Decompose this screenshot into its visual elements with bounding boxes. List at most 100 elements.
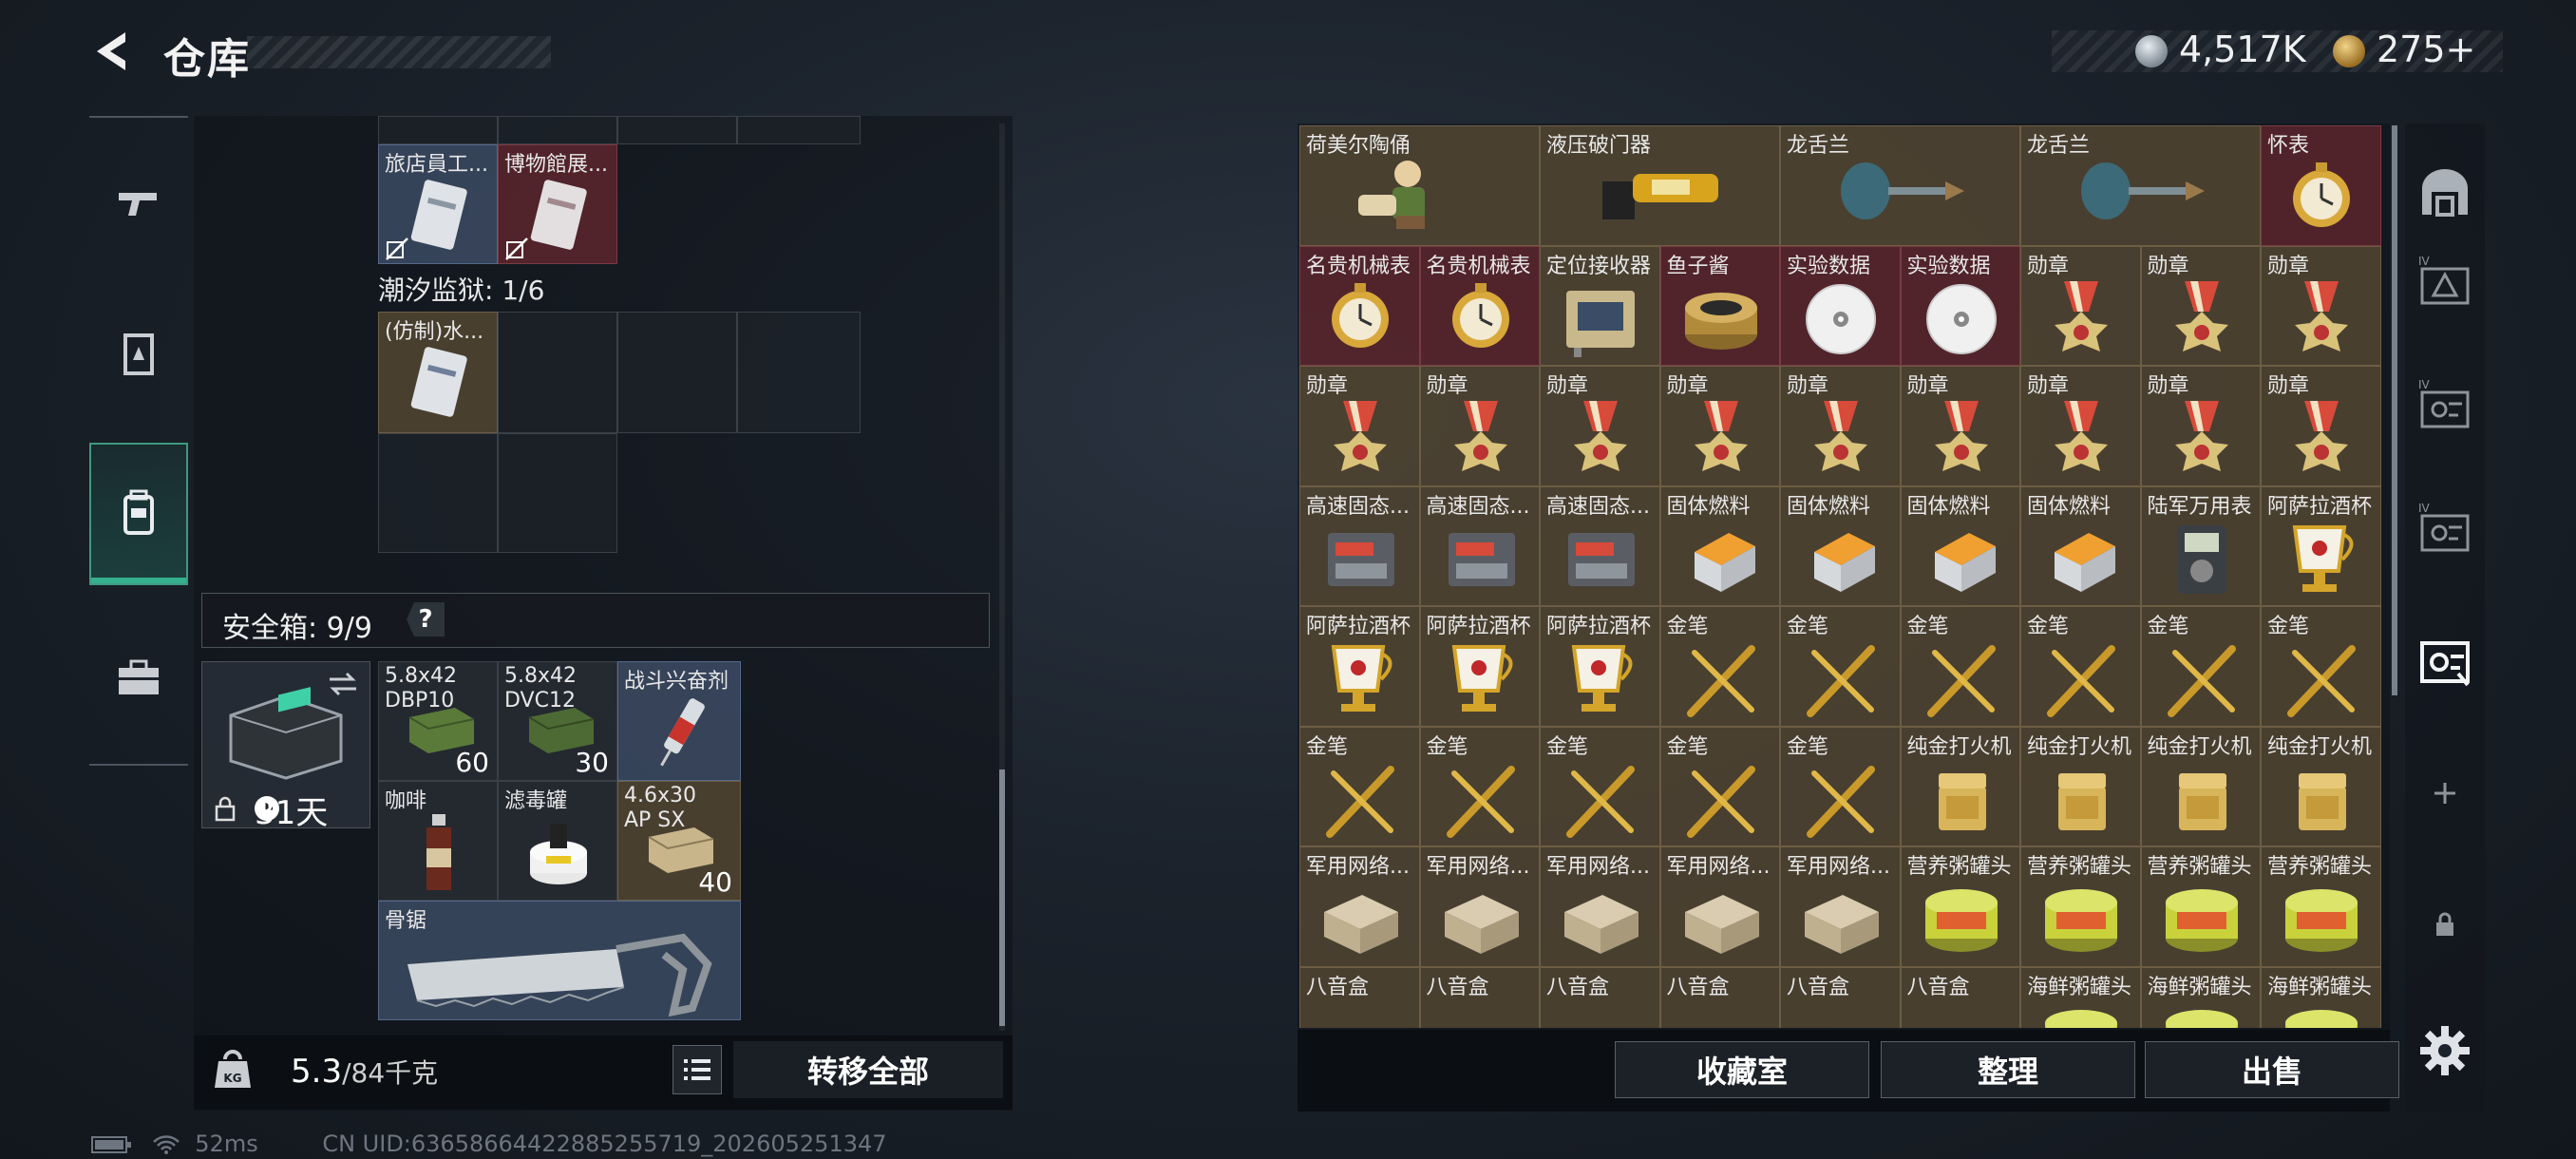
stash-item[interactable]: 军用网络... bbox=[1540, 846, 1660, 967]
safebox-item[interactable]: 5.8x42 DVC12 30 bbox=[498, 661, 617, 781]
stash-item[interactable]: 军用网络... bbox=[1780, 846, 1901, 967]
swap-icon[interactable] bbox=[326, 670, 360, 698]
stash-item[interactable]: 龙舌兰 bbox=[1780, 125, 2020, 246]
stash-item[interactable]: 八音盒 bbox=[1419, 966, 1540, 1028]
stash-item[interactable]: 纯金打火机 bbox=[2140, 726, 2261, 846]
grid-cell[interactable] bbox=[498, 312, 617, 433]
stash-item[interactable]: 名贵机械表 bbox=[1299, 245, 1420, 366]
grid-cell[interactable] bbox=[498, 116, 617, 144]
safebox-item[interactable]: 咖啡 bbox=[378, 781, 498, 901]
stash-item[interactable]: 固体燃料 bbox=[1780, 485, 1901, 606]
stash-item[interactable]: 陆军万用表 bbox=[2140, 485, 2261, 606]
stash-item[interactable]: 实验数据 bbox=[1900, 245, 2020, 366]
nav-weapons[interactable] bbox=[89, 133, 188, 276]
list-view-button[interactable] bbox=[672, 1045, 722, 1094]
nav-armor[interactable] bbox=[89, 285, 188, 428]
stash-item[interactable]: 金笔 bbox=[2261, 606, 2381, 727]
stash-item[interactable]: 金笔 bbox=[1659, 606, 1780, 727]
nav-toolbox[interactable] bbox=[89, 608, 188, 750]
stash-item[interactable]: 金笔 bbox=[2140, 606, 2261, 727]
stash-item[interactable]: 怀表 bbox=[2261, 125, 2381, 246]
stash-item[interactable]: 勋章 bbox=[1419, 366, 1540, 486]
stash-item[interactable]: 鱼子酱 bbox=[1659, 245, 1780, 366]
stash-item[interactable]: 金笔 bbox=[2020, 606, 2141, 727]
stash-scroll-thumb[interactable] bbox=[2392, 125, 2397, 695]
stash-item[interactable]: 阿萨拉酒杯 bbox=[1540, 606, 1660, 727]
stash-item[interactable]: 军用网络... bbox=[1419, 846, 1540, 967]
backpack-item[interactable]: 博物館展... bbox=[498, 144, 617, 264]
stash-item[interactable]: 军用网络... bbox=[1659, 846, 1780, 967]
stash-item[interactable]: 阿萨拉酒杯 bbox=[1299, 606, 1420, 727]
stash-item[interactable]: 营养粥罐头 bbox=[2261, 846, 2381, 967]
grid-cell[interactable] bbox=[617, 312, 737, 433]
stash-item[interactable]: 实验数据 bbox=[1780, 245, 1901, 366]
stash-item[interactable]: 金笔 bbox=[1900, 606, 2020, 727]
stash-item[interactable]: 海鲜粥罐头 bbox=[2020, 966, 2141, 1028]
stash-item[interactable]: 固体燃料 bbox=[2020, 485, 2141, 606]
stash-item[interactable]: 勋章 bbox=[2140, 366, 2261, 486]
stash-tab-2[interactable]: IV bbox=[2405, 352, 2485, 456]
stash-tab-1[interactable]: IV bbox=[2405, 228, 2485, 332]
stash-item[interactable]: 高速固态... bbox=[1540, 485, 1660, 606]
stash-tab-3[interactable]: IV bbox=[2405, 475, 2485, 580]
stash-item[interactable]: 勋章 bbox=[2140, 245, 2261, 366]
grid-cell[interactable] bbox=[737, 116, 861, 144]
stash-item[interactable]: 营养粥罐头 bbox=[2020, 846, 2141, 967]
grid-cell[interactable] bbox=[617, 116, 737, 144]
stash-item[interactable]: 金笔 bbox=[1419, 726, 1540, 846]
grid-cell[interactable] bbox=[378, 116, 498, 144]
nav-backpack[interactable] bbox=[89, 443, 188, 585]
stash-item[interactable]: 定位接收器 bbox=[1540, 245, 1660, 366]
grid-cell[interactable] bbox=[498, 433, 617, 553]
stash-item[interactable]: 金笔 bbox=[1299, 726, 1420, 846]
stash-item[interactable]: 名贵机械表 bbox=[1419, 245, 1540, 366]
stash-item[interactable]: 阿萨拉酒杯 bbox=[1419, 606, 1540, 727]
stash-item[interactable]: 八音盒 bbox=[1900, 966, 2020, 1028]
stash-item[interactable]: 龙舌兰 bbox=[2020, 125, 2261, 246]
stash-item[interactable]: 高速固态... bbox=[1299, 485, 1420, 606]
stash-item[interactable]: 纯金打火机 bbox=[2020, 726, 2141, 846]
stash-item[interactable]: 海鲜粥罐头 bbox=[2261, 966, 2381, 1028]
stash-item[interactable]: 营养粥罐头 bbox=[2140, 846, 2261, 967]
stash-item[interactable]: 金笔 bbox=[1780, 606, 1901, 727]
stash-item[interactable]: 金笔 bbox=[1659, 726, 1780, 846]
stash-item[interactable]: 勋章 bbox=[2020, 366, 2141, 486]
stash-item[interactable]: 固体燃料 bbox=[1900, 485, 2020, 606]
stash-item[interactable]: 勋章 bbox=[2261, 366, 2381, 486]
stash-item[interactable]: 固体燃料 bbox=[1659, 485, 1780, 606]
safebox-item[interactable]: 5.8x42 DBP10 60 bbox=[378, 661, 498, 781]
stash-item[interactable]: 八音盒 bbox=[1780, 966, 1901, 1028]
stash-item[interactable]: 荷美尔陶俑 bbox=[1299, 125, 1540, 246]
stash-item[interactable]: 八音盒 bbox=[1540, 966, 1660, 1028]
add-stash-tab[interactable] bbox=[2405, 741, 2485, 846]
safebox-item[interactable]: 骨锯 bbox=[378, 901, 741, 1020]
premium-balance[interactable]: 275+ bbox=[2377, 28, 2475, 70]
grid-cell[interactable] bbox=[378, 433, 498, 553]
back-arrow-icon[interactable] bbox=[87, 27, 137, 76]
stash-item[interactable]: 勋章 bbox=[1780, 366, 1901, 486]
stash-item[interactable]: 勋章 bbox=[1900, 366, 2020, 486]
safebox-item[interactable]: 4.6x30 AP SX 40 bbox=[617, 781, 741, 901]
sell-button[interactable]: 出售 bbox=[2145, 1041, 2399, 1098]
backpack-item[interactable]: (仿制)水... bbox=[378, 312, 498, 433]
transfer-all-button[interactable]: 转移全部 bbox=[733, 1041, 1003, 1098]
stash-item[interactable]: 纯金打火机 bbox=[2261, 726, 2381, 846]
stash-item[interactable]: 八音盒 bbox=[1299, 966, 1420, 1028]
backpack-item[interactable]: 旅店員工... bbox=[378, 144, 498, 264]
stash-item[interactable]: 金笔 bbox=[1540, 726, 1660, 846]
stash-item[interactable]: 海鲜粥罐头 bbox=[2140, 966, 2261, 1028]
stash-item[interactable]: 液压破门器 bbox=[1540, 125, 1780, 246]
backpack-scroll-thumb[interactable] bbox=[999, 770, 1005, 1026]
settings-gear-icon[interactable] bbox=[2416, 1022, 2473, 1079]
stash-item[interactable]: 八音盒 bbox=[1659, 966, 1780, 1028]
stash-item[interactable]: 勋章 bbox=[1299, 366, 1420, 486]
stash-item[interactable]: 勋章 bbox=[1540, 366, 1660, 486]
stash-item[interactable]: 高速固态... bbox=[1419, 485, 1540, 606]
locked-stash-tab[interactable] bbox=[2405, 872, 2485, 977]
safebox-item[interactable]: 战斗兴奋剂 bbox=[617, 661, 741, 781]
stash-item[interactable]: 阿萨拉酒杯 bbox=[2261, 485, 2381, 606]
grid-cell[interactable] bbox=[737, 312, 861, 433]
stash-item[interactable]: 金笔 bbox=[1780, 726, 1901, 846]
stash-tab-4-active[interactable] bbox=[2405, 608, 2485, 712]
collection-room-button[interactable]: 收藏室 bbox=[1615, 1041, 1869, 1098]
